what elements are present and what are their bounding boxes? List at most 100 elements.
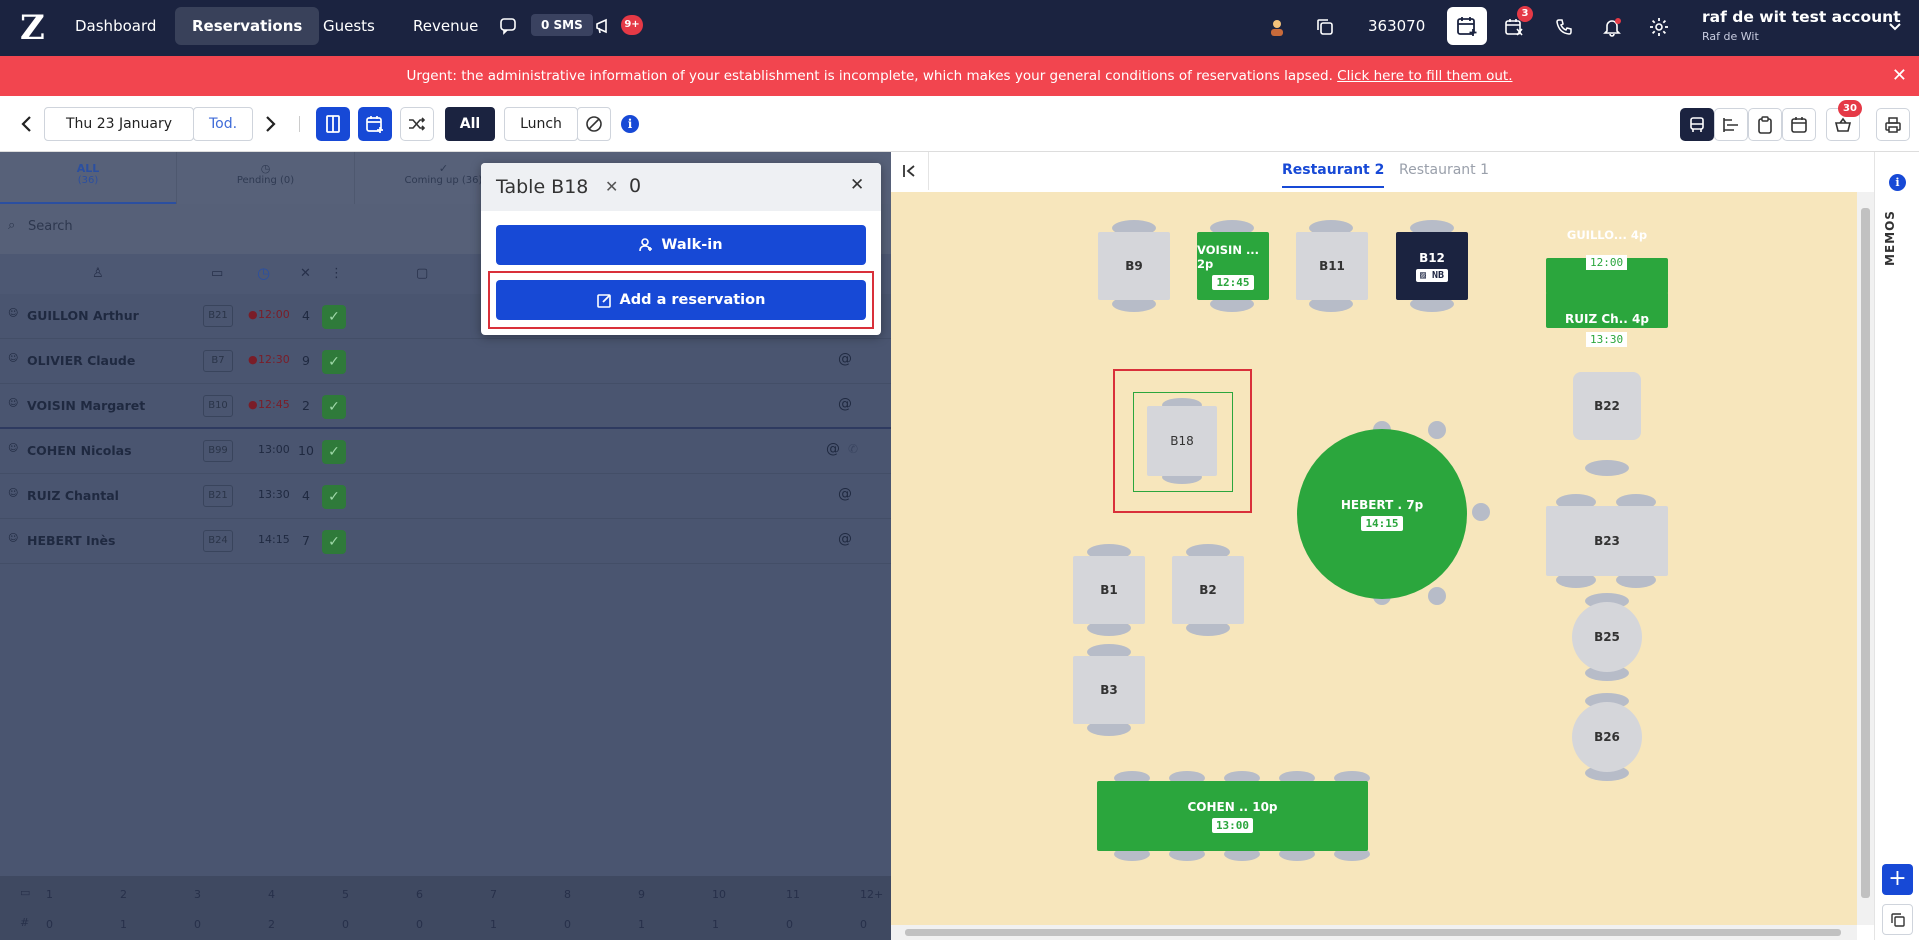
megaphone-icon[interactable]: [594, 15, 616, 37]
confirmed-check-icon[interactable]: ✓: [322, 305, 346, 329]
add-memo-plus-icon[interactable]: +: [1882, 864, 1913, 895]
table-B23[interactable]: B23: [1546, 506, 1668, 576]
phone-icon[interactable]: ✆: [848, 442, 858, 456]
horizontal-scrollbar[interactable]: [891, 925, 1857, 940]
table-B21-ruiz[interactable]: RUIZ Ch.. 4p: [1546, 292, 1668, 328]
settings-gear-icon[interactable]: [1647, 15, 1671, 39]
tab-pending[interactable]: ◷ Pending (0): [176, 152, 354, 204]
contact-icon[interactable]: @: [838, 396, 852, 412]
table-B12[interactable]: B12 ▨ NB: [1396, 232, 1468, 300]
sms-counter[interactable]: 0 SMS: [531, 14, 593, 36]
walk-in-button[interactable]: Walk-in: [496, 225, 866, 265]
floor-plan-view-button[interactable]: [316, 107, 350, 141]
table-B18[interactable]: B18: [1147, 406, 1217, 476]
time-column-clock-icon[interactable]: ◷: [257, 264, 270, 282]
contact-icon[interactable]: @: [826, 441, 840, 457]
tab-restaurant-1[interactable]: Restaurant 1: [1399, 162, 1489, 186]
search-input[interactable]: Search: [28, 219, 73, 234]
shuffle-button[interactable]: [400, 107, 434, 141]
date-picker[interactable]: Thu 23 January: [44, 107, 194, 141]
collapse-panel-button[interactable]: [891, 152, 929, 190]
today-button[interactable]: Tod.: [193, 107, 253, 141]
reservation-row[interactable]: ☺ VOISIN Margaret B10 ● 12:45 2 ✓ @: [0, 384, 891, 429]
info-icon[interactable]: i: [621, 115, 639, 133]
banner-link[interactable]: Click here to fill them out.: [1337, 68, 1512, 84]
reservation-row[interactable]: ☺ OLIVIER Claude B7 ● 12:30 9 ✓ @: [0, 339, 891, 384]
nav-reservations[interactable]: Reservations: [175, 7, 320, 45]
table-B25[interactable]: B25: [1572, 602, 1642, 672]
banner-close-icon[interactable]: ✕: [1892, 56, 1907, 96]
table-B22[interactable]: B22: [1573, 372, 1641, 440]
scrollbar-thumb[interactable]: [905, 929, 1841, 936]
contact-icon[interactable]: @: [838, 351, 852, 367]
table-B1[interactable]: B1: [1073, 556, 1145, 624]
memos-label[interactable]: MEMOS: [1883, 208, 1913, 268]
tab-restaurant-2[interactable]: Restaurant 2: [1282, 162, 1385, 188]
list-view-toggle[interactable]: [1748, 108, 1782, 141]
confirmed-check-icon[interactable]: ✓: [322, 530, 346, 554]
popup-close-icon[interactable]: ✕: [850, 175, 864, 195]
new-reservation-button[interactable]: [1447, 7, 1487, 45]
confirmed-check-icon[interactable]: ✓: [322, 350, 346, 374]
tab-pending-label: Pending (0): [236, 175, 295, 186]
table-B26[interactable]: B26: [1572, 702, 1642, 772]
app-logo[interactable]: Z: [20, 10, 52, 46]
copy-icon[interactable]: [1313, 15, 1337, 39]
staff-avatar-icon[interactable]: [1266, 16, 1288, 38]
memos-info-icon[interactable]: i: [1889, 174, 1906, 191]
memos-sidebar: i MEMOS +: [1874, 152, 1919, 940]
confirmed-check-icon[interactable]: ✓: [322, 440, 346, 464]
add-reservation-button[interactable]: Add a reservation: [496, 280, 866, 320]
chevron-down-icon[interactable]: [1886, 18, 1904, 36]
covers-column-icon[interactable]: ✕: [300, 266, 311, 281]
table-B99[interactable]: COHEN .. 10p 13:00: [1097, 781, 1368, 851]
chat-icon[interactable]: [498, 16, 518, 36]
party-size-count: 0: [342, 918, 349, 931]
contact-icon[interactable]: @: [838, 486, 852, 502]
confirmed-check-icon[interactable]: ✓: [322, 485, 346, 509]
filter-all-button[interactable]: All: [445, 107, 495, 141]
tab-all[interactable]: ALL (36): [0, 152, 176, 204]
timeline-view-toggle[interactable]: [1714, 108, 1748, 141]
table-B24[interactable]: HEBERT . 7p 14:15: [1297, 429, 1467, 599]
calendar-view-toggle[interactable]: [1782, 108, 1816, 141]
confirmed-check-icon[interactable]: ✓: [322, 395, 346, 419]
establishment-counter: 363070: [1368, 17, 1426, 35]
covers-summary-bar: ▭ # 1 2 3 4 5 6 7 8 9 10 11 12+ 010200101100: [0, 876, 891, 940]
phone-icon[interactable]: [1552, 15, 1576, 39]
floor-view-toggle[interactable]: [1680, 108, 1714, 141]
party-size-label: 3: [194, 888, 201, 901]
block-service-button[interactable]: [577, 107, 611, 141]
nav-dashboard[interactable]: Dashboard: [58, 7, 173, 45]
reservation-row[interactable]: ☺ RUIZ Chantal B21 13:30 4 ✓ @: [0, 474, 891, 519]
guest-column-icon[interactable]: ♙: [92, 266, 104, 281]
print-button[interactable]: [1876, 108, 1910, 141]
prev-day-chevron-left-icon[interactable]: [16, 110, 36, 138]
nav-guests[interactable]: Guests: [306, 7, 392, 45]
table-B10[interactable]: VOISIN ... 2p 12:45: [1197, 232, 1269, 300]
table-B3[interactable]: B3: [1073, 656, 1145, 724]
table-B9[interactable]: B9: [1098, 232, 1170, 300]
top-navigation: Z Dashboard Reservations Guests Revenue …: [0, 0, 1919, 56]
bell-icon[interactable]: [1600, 15, 1624, 39]
next-day-chevron-right-icon[interactable]: [261, 110, 281, 138]
copy-memo-icon[interactable]: [1882, 904, 1913, 935]
contact-icon[interactable]: @: [838, 531, 852, 547]
vertical-scrollbar[interactable]: [1857, 192, 1874, 925]
scrollbar-thumb[interactable]: [1861, 208, 1870, 898]
table-column-icon[interactable]: ▭: [211, 266, 223, 281]
clipboard-icon: [1758, 115, 1772, 134]
column-menu-icon[interactable]: ⋮: [330, 266, 343, 281]
account-name[interactable]: raf de wit test account: [1702, 8, 1901, 26]
service-selector[interactable]: Lunch: [504, 107, 578, 141]
reservation-row[interactable]: ☺ COHEN Nicolas B99 13:00 10 ✓ @ ✆: [0, 429, 891, 474]
comment-column-icon[interactable]: ▢: [416, 266, 428, 281]
printer-icon: [1885, 116, 1901, 133]
nav-revenue[interactable]: Revenue: [396, 7, 495, 45]
reservation-row[interactable]: ☺ HEBERT Inès B24 14:15 7 ✓ @: [0, 519, 891, 564]
covers-count: 4: [302, 488, 310, 503]
table-B2[interactable]: B2: [1172, 556, 1244, 624]
calendar-view-button[interactable]: [358, 107, 392, 141]
table-B11[interactable]: B11: [1296, 232, 1368, 300]
floor-canvas: B9 VOISIN ... 2p 12:45 B11 B12 ▨ NB GUILLO…: [891, 192, 1857, 925]
